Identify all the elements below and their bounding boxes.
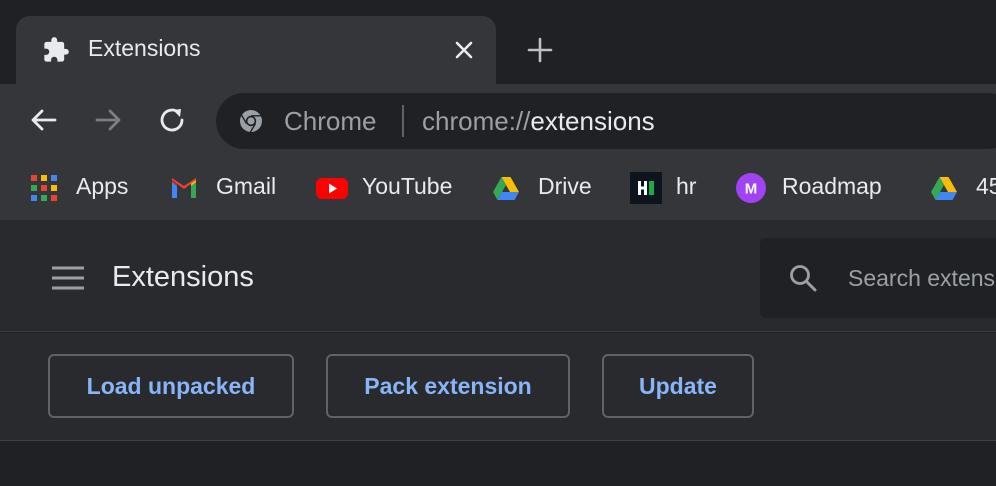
gmail-icon [172, 178, 196, 198]
apps-grid-icon [31, 175, 57, 201]
puzzle-icon [44, 37, 69, 62]
drive-icon [931, 177, 957, 200]
drive-icon [493, 177, 519, 200]
youtube-icon [316, 178, 348, 199]
bookmark-label: hr [676, 173, 697, 199]
close-icon[interactable] [453, 39, 475, 61]
tab-strip: Extensions [0, 0, 996, 84]
developer-actions-bar: Load unpacked Pack extension Update [0, 333, 996, 441]
search-icon [790, 265, 817, 292]
bookmark-label: 45 [976, 173, 996, 199]
extensions-header: Extensions [0, 220, 996, 332]
bookmark-label: Apps [76, 173, 129, 199]
extensions-content-area [0, 442, 996, 486]
plus-icon[interactable] [527, 37, 553, 63]
avatar-m-icon: M [736, 173, 766, 203]
bookmark-label: Drive [538, 173, 592, 199]
hackerrank-icon [630, 172, 662, 204]
arrow-left-icon[interactable] [28, 104, 60, 136]
address-bar[interactable]: Chrome chrome://extensions [216, 93, 996, 149]
tab-extensions[interactable]: Extensions [16, 16, 496, 84]
bookmark-label: YouTube [362, 173, 453, 199]
page-title: Extensions [112, 261, 254, 293]
bookmark-label: Roadmap [782, 173, 882, 199]
load-unpacked-button[interactable]: Load unpacked [48, 354, 294, 418]
reload-icon[interactable] [156, 104, 188, 136]
pack-extension-button[interactable]: Pack extension [326, 354, 570, 418]
update-button[interactable]: Update [602, 354, 754, 418]
chrome-icon [240, 110, 262, 133]
url-scheme: chrome:// [422, 106, 531, 136]
hamburger-menu-icon[interactable] [52, 265, 84, 291]
browser-toolbar: Chrome chrome://extensions [0, 84, 996, 158]
arrow-right-icon[interactable] [92, 104, 124, 136]
url-text[interactable]: chrome://extensions [422, 106, 655, 137]
bookmarks-bar: Apps Gmail YouTube Drive hr M Roadmap 45 [0, 158, 996, 220]
search-box[interactable] [760, 238, 996, 318]
site-chip-label: Chrome [284, 106, 377, 136]
url-host: extensions [530, 106, 655, 136]
search-input[interactable] [848, 260, 996, 296]
bookmark-label: Gmail [216, 173, 277, 199]
tab-title: Extensions [88, 35, 201, 61]
omnibox-divider [402, 105, 404, 137]
avatar-letter: M [745, 181, 758, 198]
